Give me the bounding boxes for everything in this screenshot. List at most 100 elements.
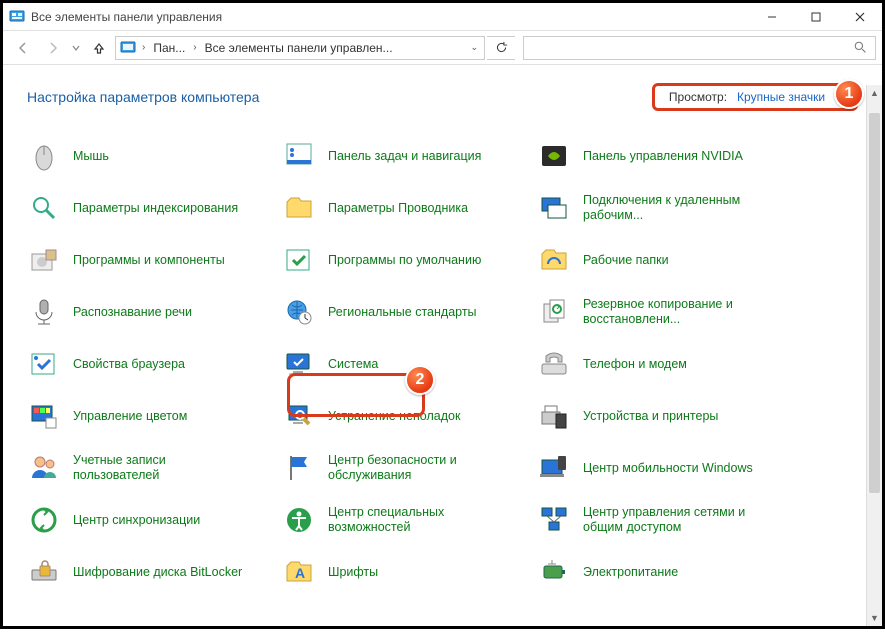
scroll-up-button[interactable]: ▲ — [867, 85, 882, 101]
mobility-icon — [537, 451, 571, 485]
mouse-icon — [27, 139, 61, 173]
item-label: Учетные записи пользователей — [73, 453, 253, 483]
nvidia-icon — [537, 139, 571, 173]
nav-forward-button[interactable] — [39, 34, 67, 62]
item-region[interactable]: Региональные стандарты — [282, 293, 532, 331]
item-network-center[interactable]: Центр управления сетями и общим доступом — [537, 501, 787, 539]
address-bar[interactable]: › Пан... › Все элементы панели управлен.… — [115, 36, 485, 60]
vertical-scrollbar[interactable]: ▲ ▼ — [866, 85, 882, 626]
user-accounts-icon — [27, 451, 61, 485]
remote-desktop-icon — [537, 191, 571, 225]
ease-of-access-icon — [282, 503, 316, 537]
region-icon — [282, 295, 316, 329]
nav-recent-dropdown[interactable] — [69, 34, 83, 62]
svg-text:A: A — [295, 565, 305, 581]
work-folders-icon — [537, 243, 571, 277]
item-label: Параметры индексирования — [73, 201, 238, 216]
item-label: Устройства и принтеры — [583, 409, 718, 424]
search-icon — [854, 41, 867, 54]
fonts-icon: A — [282, 555, 316, 589]
item-label: Подключения к удаленным рабочим... — [583, 193, 763, 223]
item-troubleshoot[interactable]: Устранение неполадок — [282, 397, 532, 435]
taskbar-icon — [282, 139, 316, 173]
nav-back-button[interactable] — [9, 34, 37, 62]
backup-icon — [537, 295, 571, 329]
item-speech[interactable]: Распознавание речи — [27, 293, 277, 331]
search-input[interactable] — [523, 36, 876, 60]
power-icon — [537, 555, 571, 589]
item-devices[interactable]: Устройства и принтеры — [537, 397, 787, 435]
chevron-right-icon: › — [140, 42, 147, 53]
breadcrumb-segment[interactable]: Все элементы панели управлен... — [203, 41, 395, 55]
nav-up-button[interactable] — [85, 34, 113, 62]
content-area: Мышь Панель задач и навигация Панель упр… — [3, 121, 882, 641]
annotation-badge-1: 1 — [834, 79, 864, 109]
item-label: Панель управления NVIDIA — [583, 149, 743, 164]
item-power[interactable]: Электропитание — [537, 553, 787, 591]
item-ease-of-access[interactable]: Центр специальных возможностей — [282, 501, 532, 539]
item-label: Устранение неполадок — [328, 409, 460, 424]
folder-options-icon — [282, 191, 316, 225]
devices-printers-icon — [537, 399, 571, 433]
item-users[interactable]: Учетные записи пользователей — [27, 449, 277, 487]
view-label: Просмотр: — [669, 90, 727, 104]
item-security-center[interactable]: Центр безопасности и обслуживания — [282, 449, 532, 487]
refresh-button[interactable] — [487, 36, 515, 60]
items-grid: Мышь Панель задач и навигация Панель упр… — [27, 127, 882, 591]
item-programs[interactable]: Программы и компоненты — [27, 241, 277, 279]
navigation-bar: › Пан... › Все элементы панели управлен.… — [3, 31, 882, 65]
heading-row: Настройка параметров компьютера Просмотр… — [3, 65, 882, 121]
item-label: Программы по умолчанию — [328, 253, 481, 268]
item-label: Шрифты — [328, 565, 378, 580]
item-label: Распознавание речи — [73, 305, 192, 320]
item-internet-options[interactable]: Свойства браузера — [27, 345, 277, 383]
item-label: Центр безопасности и обслуживания — [328, 453, 508, 483]
window-title: Все элементы панели управления — [31, 10, 222, 24]
breadcrumb-segment[interactable]: Пан... — [151, 41, 187, 55]
window-minimize-button[interactable] — [750, 3, 794, 31]
item-backup[interactable]: Резервное копирование и восстановлени... — [537, 293, 787, 331]
color-management-icon — [27, 399, 61, 433]
chevron-down-icon[interactable]: ⌄ — [468, 42, 480, 53]
control-panel-small-icon — [120, 40, 136, 56]
item-color[interactable]: Управление цветом — [27, 397, 277, 435]
scroll-down-button[interactable]: ▼ — [867, 610, 882, 626]
programs-icon — [27, 243, 61, 277]
item-label: Мышь — [73, 149, 109, 164]
chevron-right-icon: › — [191, 42, 198, 53]
item-fonts[interactable]: A Шрифты — [282, 553, 532, 591]
item-sync[interactable]: Центр синхронизации — [27, 501, 277, 539]
troubleshoot-icon — [282, 399, 316, 433]
item-label: Центр синхронизации — [73, 513, 200, 528]
internet-options-icon — [27, 347, 61, 381]
system-icon — [282, 347, 316, 381]
item-label: Центр специальных возможностей — [328, 505, 508, 535]
scroll-thumb[interactable] — [869, 113, 880, 493]
item-label: Резервное копирование и восстановлени... — [583, 297, 763, 327]
window-titlebar: Все элементы панели управления — [3, 3, 882, 31]
item-explorer-options[interactable]: Параметры Проводника — [282, 189, 532, 227]
item-taskbar[interactable]: Панель задач и навигация — [282, 137, 532, 175]
item-label: Программы и компоненты — [73, 253, 225, 268]
item-label: Электропитание — [583, 565, 678, 580]
item-bitlocker[interactable]: Шифрование диска BitLocker — [27, 553, 277, 591]
window-close-button[interactable] — [838, 3, 882, 31]
bitlocker-icon — [27, 555, 61, 589]
item-default-programs[interactable]: Программы по умолчанию — [282, 241, 532, 279]
item-work-folders[interactable]: Рабочие папки — [537, 241, 787, 279]
indexing-icon — [27, 191, 61, 225]
page-title: Настройка параметров компьютера — [27, 89, 259, 105]
item-nvidia[interactable]: Панель управления NVIDIA — [537, 137, 787, 175]
window-maximize-button[interactable] — [794, 3, 838, 31]
network-icon — [537, 503, 571, 537]
security-flag-icon — [282, 451, 316, 485]
sync-icon — [27, 503, 61, 537]
item-mobility[interactable]: Центр мобильности Windows — [537, 449, 787, 487]
view-selector[interactable]: Просмотр: Крупные значки ▼ — [652, 83, 858, 111]
annotation-badge-2: 2 — [405, 365, 435, 395]
item-remote-desktop[interactable]: Подключения к удаленным рабочим... — [537, 189, 787, 227]
item-phone-modem[interactable]: Телефон и модем — [537, 345, 787, 383]
item-mouse[interactable]: Мышь — [27, 137, 277, 175]
item-indexing[interactable]: Параметры индексирования — [27, 189, 277, 227]
item-label: Свойства браузера — [73, 357, 185, 372]
